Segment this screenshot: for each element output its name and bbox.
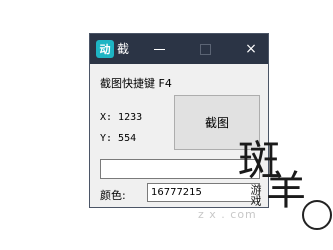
window-title: 截 [117,42,130,56]
minimize-icon [153,48,165,50]
app-logo-letter: 动 [99,43,111,56]
hotkey-label: 截图快捷键 F4 [100,77,172,90]
watermark-circle-icon [302,200,332,230]
maximize-button[interactable] [187,34,223,64]
watermark-char-2: 羊 [266,168,306,214]
y-coordinate-label: Y: 554 [100,133,137,144]
color-value-field[interactable]: 16777215 [147,183,260,202]
x-coordinate-label: X: 1233 [100,112,143,123]
close-icon: × [245,41,257,57]
capture-button[interactable]: 截图 [174,95,260,150]
app-window: 动 截 × 截图快捷键 F4 X: 1233 Y: 554 截图 颜色: 167… [89,33,269,208]
title-bar[interactable]: 动 截 × [90,34,268,64]
color-label: 颜色: [100,189,126,202]
window-content: 截图快捷键 F4 X: 1233 Y: 554 截图 颜色: 16777215 [90,64,268,207]
app-logo-icon: 动 [96,40,114,58]
output-text-field[interactable] [100,159,260,179]
close-button[interactable]: × [233,34,269,64]
maximize-icon [199,43,211,55]
minimize-button[interactable] [141,34,177,64]
watermark-url: z x . com [198,208,257,221]
